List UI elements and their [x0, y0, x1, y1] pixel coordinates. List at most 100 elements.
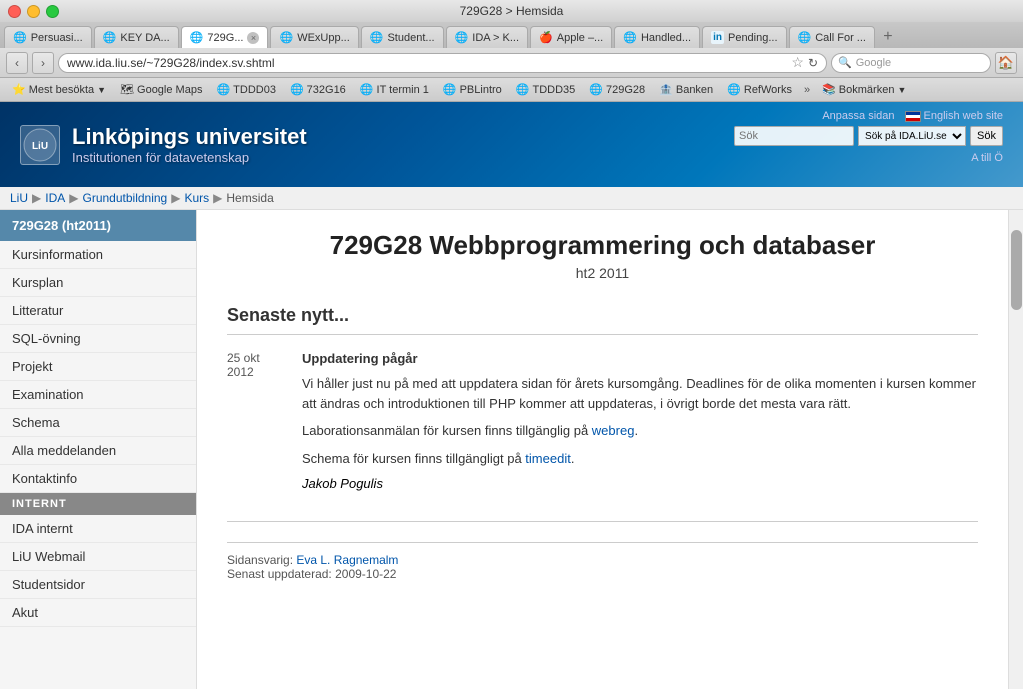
- refresh-icon[interactable]: ↻: [808, 56, 818, 70]
- news-paragraph-2: Laborationsanmälan för kursen finns till…: [302, 421, 978, 441]
- sidebar-item-kursinformation[interactable]: Kursinformation: [0, 241, 196, 269]
- tab-wex[interactable]: 🌐 WExUpp...: [270, 26, 358, 48]
- sidebar-item-alla-meddelanden[interactable]: Alla meddelanden: [0, 437, 196, 465]
- bookmark-label: Google Maps: [137, 84, 202, 96]
- department-name: Institutionen för datavetenskap: [72, 150, 307, 165]
- forward-button[interactable]: ›: [32, 52, 54, 74]
- header-links: Anpassa sidan English web site: [822, 110, 1003, 122]
- bookmark-most-visited[interactable]: ⭐ Mest besökta ▼: [6, 81, 112, 99]
- liu-search-select[interactable]: Sök på IDA.LiU.se: [858, 126, 966, 146]
- tab-icon: 🌐: [279, 31, 293, 44]
- footer-updated: Senast uppdaterad: 2009-10-22: [227, 567, 978, 581]
- breadcrumb-kurs[interactable]: Kurs: [184, 191, 209, 205]
- bookmark-refworks[interactable]: 🌐 RefWorks: [721, 81, 798, 99]
- browser-content: LiU Linköpings universitet Institutionen…: [0, 102, 1023, 689]
- tab-handled[interactable]: 🌐 Handled...: [614, 26, 700, 48]
- breadcrumb-ida[interactable]: IDA: [45, 191, 65, 205]
- news-paragraph-1: Vi håller just nu på med att uppdatera s…: [302, 374, 978, 413]
- sidebar-item-sqlovning[interactable]: SQL-övning: [0, 325, 196, 353]
- scrollbar[interactable]: [1008, 210, 1023, 689]
- page-subtitle: ht2 2011: [227, 265, 978, 281]
- bookmark-icon: 🌐: [360, 83, 374, 96]
- news-author: Jakob Pogulis: [302, 476, 978, 491]
- tab-keyda[interactable]: 🌐 KEY DA...: [94, 26, 179, 48]
- home-button[interactable]: 🏠: [995, 52, 1017, 74]
- bookmark-googlemaps[interactable]: 🗺 Google Maps: [114, 81, 208, 99]
- bookmark-729g28[interactable]: 🌐 729G28: [583, 81, 651, 99]
- tab-idak[interactable]: 🌐 IDA > K...: [446, 26, 528, 48]
- liu-header-right: Anpassa sidan English web site Sök på ID…: [734, 110, 1003, 164]
- tab-icon: 🌐: [455, 31, 469, 44]
- bookmark-tddd03[interactable]: 🌐 TDDD03: [210, 81, 282, 99]
- bookmark-banken[interactable]: 🏦 Banken: [653, 81, 719, 99]
- bookmark-ittermin1[interactable]: 🌐 IT termin 1: [354, 81, 435, 99]
- tab-icon: 🌐: [13, 31, 27, 44]
- tab-callfor[interactable]: 🌐 Call For ...: [789, 26, 875, 48]
- bookmark-star-icon[interactable]: ☆: [791, 54, 804, 71]
- sidebar-item-liu-webmail[interactable]: LiU Webmail: [0, 543, 196, 571]
- url-field[interactable]: www.ida.liu.se/~729G28/index.sv.shtml ☆ …: [58, 53, 827, 73]
- bookmark-732g16[interactable]: 🌐 732G16: [284, 81, 352, 99]
- tab-close-icon[interactable]: ×: [247, 32, 259, 44]
- breadcrumb-liu[interactable]: LiU: [10, 191, 28, 205]
- sidebar-item-studentsidor[interactable]: Studentsidor: [0, 571, 196, 599]
- tab-icon: in: [711, 31, 724, 44]
- tab-persuasi[interactable]: 🌐 Persuasi...: [4, 26, 92, 48]
- english-link[interactable]: English web site: [905, 110, 1004, 122]
- sidebar-item-ida-internt[interactable]: IDA internt: [0, 515, 196, 543]
- search-text: Google: [856, 57, 891, 69]
- news-date: 25 okt 2012: [227, 351, 282, 491]
- bookmark-label: 729G28: [606, 84, 645, 96]
- sidebar-item-litteratur[interactable]: Litteratur: [0, 297, 196, 325]
- tab-apple[interactable]: 🍎 Apple –...: [530, 26, 612, 48]
- liu-search-input[interactable]: [734, 126, 854, 146]
- breadcrumb: LiU ▶ IDA ▶ Grundutbildning ▶ Kurs ▶ Hem…: [0, 187, 1023, 210]
- webreg-link[interactable]: webreg: [592, 423, 635, 438]
- close-button[interactable]: [8, 5, 21, 18]
- maximize-button[interactable]: [46, 5, 59, 18]
- page-layout: 729G28 (ht2011) Kursinformation Kursplan…: [0, 210, 1023, 689]
- tab-pending[interactable]: in Pending...: [702, 26, 786, 48]
- bookmark-tddd35[interactable]: 🌐 TDDD35: [510, 81, 582, 99]
- bookmark-icon: 🌐: [216, 83, 230, 96]
- bookmark-icon: 🏦: [659, 83, 673, 96]
- news-entry: 25 okt 2012 Uppdatering pågår Vi håller …: [227, 351, 978, 491]
- sidebar-item-kursplan[interactable]: Kursplan: [0, 269, 196, 297]
- bookmark-label: IT termin 1: [377, 84, 429, 96]
- bookmark-icon: 🌐: [589, 83, 603, 96]
- tab-729g[interactable]: 🌐 729G... ×: [181, 26, 269, 48]
- sidebar-item-examination[interactable]: Examination: [0, 381, 196, 409]
- tab-label: IDA > K...: [472, 32, 519, 44]
- sidebar-item-schema[interactable]: Schema: [0, 409, 196, 437]
- new-tab-button[interactable]: +: [877, 26, 899, 48]
- timeedit-link[interactable]: timeedit: [525, 451, 571, 466]
- sidebar-item-kontaktinfo[interactable]: Kontaktinfo: [0, 465, 196, 493]
- search-field[interactable]: 🔍 Google: [831, 53, 991, 73]
- tab-label: KEY DA...: [120, 32, 169, 44]
- back-button[interactable]: ‹: [6, 52, 28, 74]
- bookmark-bookmarks-menu[interactable]: 📚 Bokmärken ▼: [816, 81, 912, 99]
- address-bar: ‹ › www.ida.liu.se/~729G28/index.sv.shtm…: [0, 48, 1023, 78]
- bookmark-icon: 🌐: [516, 83, 530, 96]
- liu-logo: LiU: [20, 125, 60, 165]
- url-text: www.ida.liu.se/~729G28/index.sv.shtml: [67, 56, 787, 70]
- liu-search-button[interactable]: Sök: [970, 126, 1003, 146]
- page-title: 729G28 Webbprogrammering och databaser: [227, 230, 978, 261]
- tab-label: Pending...: [728, 32, 778, 44]
- bookmark-icon: 📚: [822, 83, 836, 96]
- sidebar-item-akut[interactable]: Akut: [0, 599, 196, 627]
- minimize-button[interactable]: [27, 5, 40, 18]
- a-till-link[interactable]: A till Ö: [971, 152, 1003, 164]
- chevron-down-icon: ▼: [897, 85, 906, 95]
- footer-sidansvarig: Sidansvarig: Eva L. Ragnemalm: [227, 553, 978, 567]
- breadcrumb-grundutbildning[interactable]: Grundutbildning: [83, 191, 168, 205]
- bookmark-pblintro[interactable]: 🌐 PBLintro: [437, 81, 508, 99]
- scroll-thumb[interactable]: [1011, 230, 1022, 310]
- uk-flag-icon: [905, 111, 921, 122]
- sidebar-current-item[interactable]: 729G28 (ht2011): [0, 210, 196, 241]
- sidebar-item-projekt[interactable]: Projekt: [0, 353, 196, 381]
- tab-student[interactable]: 🌐 Student...: [361, 26, 444, 48]
- sidansvarig-link[interactable]: Eva L. Ragnemalm: [296, 553, 398, 567]
- bookmark-icon: 🗺: [120, 83, 134, 96]
- anpassa-link[interactable]: Anpassa sidan: [822, 110, 894, 122]
